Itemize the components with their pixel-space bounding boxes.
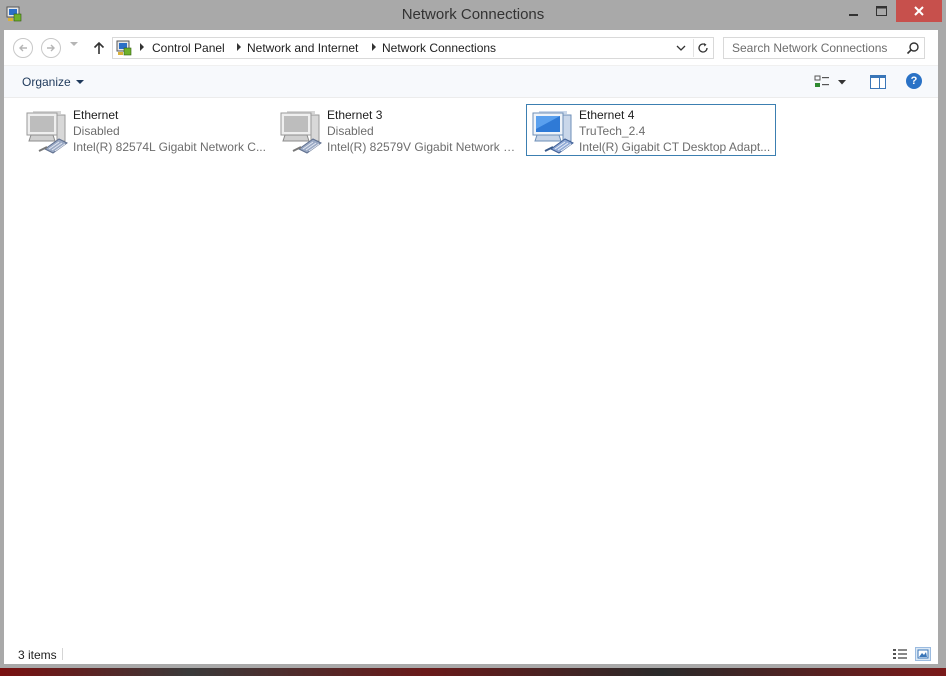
chevron-down-icon — [838, 79, 846, 84]
explorer-window: Network Connections Control Panel Networ… — [0, 0, 946, 668]
close-icon — [914, 6, 924, 16]
breadcrumb-separator-icon[interactable] — [237, 43, 241, 51]
network-adapter-disabled-icon — [25, 109, 73, 155]
minimize-button[interactable] — [840, 0, 868, 22]
view-options-icon — [814, 75, 829, 87]
breadcrumb-separator-icon[interactable] — [372, 43, 376, 51]
recent-locations-button[interactable] — [70, 40, 78, 49]
refresh-button[interactable] — [693, 39, 711, 57]
connection-item-ethernet-4[interactable]: Ethernet 4 TruTech_2.4 Intel(R) Gigabit … — [526, 104, 776, 156]
forward-arrow-icon — [47, 44, 55, 52]
network-adapter-connected-icon — [531, 109, 579, 155]
help-icon[interactable]: ? — [906, 73, 922, 89]
up-arrow-icon — [93, 41, 105, 54]
maximize-icon — [875, 6, 887, 16]
refresh-icon — [697, 43, 708, 53]
organize-menu-button[interactable]: Organize — [22, 75, 84, 89]
large-icons-view-icon — [917, 649, 929, 659]
navigation-row: Control Panel Network and Internet Netwo… — [4, 30, 938, 66]
back-button[interactable] — [13, 38, 33, 58]
network-adapter-disabled-icon — [279, 109, 327, 155]
control-panel-icon — [116, 40, 132, 56]
chevron-down-icon — [75, 80, 84, 84]
breadcrumb-control-panel[interactable]: Control Panel — [152, 41, 225, 55]
connection-name: Ethernet — [73, 108, 119, 122]
close-button[interactable] — [896, 0, 942, 22]
window-title: Network Connections — [401, 6, 545, 23]
command-bar: Organize ? — [4, 66, 938, 98]
status-divider — [62, 648, 63, 660]
maximize-button[interactable] — [868, 0, 894, 22]
desktop-background-strip — [0, 668, 946, 676]
back-arrow-icon — [19, 44, 27, 52]
connection-device: Intel(R) 82579V Gigabit Network C... — [327, 140, 521, 154]
connections-view[interactable]: Ethernet Disabled Intel(R) 82574L Gigabi… — [4, 99, 938, 644]
item-count: 3 items — [18, 648, 57, 662]
up-button[interactable] — [92, 38, 106, 58]
connection-item-ethernet-3[interactable]: Ethernet 3 Disabled Intel(R) 82579V Giga… — [274, 104, 524, 156]
connection-device: Intel(R) Gigabit CT Desktop Adapt... — [579, 140, 771, 154]
chevron-down-icon — [70, 42, 78, 46]
title-bar[interactable]: Network Connections — [0, 0, 946, 30]
connection-item-ethernet[interactable]: Ethernet Disabled Intel(R) 82574L Gigabi… — [20, 104, 270, 156]
address-bar[interactable]: Control Panel Network and Internet Netwo… — [112, 37, 714, 59]
explorer-client-area: Control Panel Network and Internet Netwo… — [4, 30, 938, 664]
connection-name: Ethernet 3 — [327, 108, 383, 122]
status-bar: 3 items — [4, 644, 938, 664]
connection-text: Ethernet 3 Disabled Intel(R) 82579V Giga… — [327, 107, 521, 155]
connection-text: Ethernet 4 TruTech_2.4 Intel(R) Gigabit … — [579, 107, 773, 155]
connection-device: Intel(R) 82574L Gigabit Network C... — [73, 140, 266, 154]
breadcrumb-network-connections[interactable]: Network Connections — [382, 41, 496, 55]
preview-pane-icon — [870, 75, 886, 89]
search-box[interactable] — [723, 37, 925, 59]
address-history-button[interactable] — [672, 39, 690, 57]
breadcrumb-separator-icon[interactable] — [140, 43, 144, 51]
search-input[interactable] — [724, 38, 902, 58]
breadcrumb-network-and-internet[interactable]: Network and Internet — [247, 41, 358, 55]
change-view-button[interactable] — [814, 74, 850, 90]
details-view-icon — [893, 649, 907, 659]
connection-status: Disabled — [327, 124, 374, 138]
details-view-button[interactable] — [892, 647, 908, 661]
large-icons-view-button[interactable] — [915, 647, 931, 661]
connection-name: Ethernet 4 — [579, 108, 635, 122]
preview-pane-button[interactable] — [870, 74, 886, 90]
minimize-icon — [849, 14, 858, 16]
organize-label: Organize — [22, 75, 71, 89]
forward-button[interactable] — [41, 38, 61, 58]
connection-status: TruTech_2.4 — [579, 124, 646, 138]
connection-status: Disabled — [73, 124, 120, 138]
chevron-down-icon — [676, 45, 686, 51]
search-icon[interactable] — [906, 41, 920, 55]
connection-text: Ethernet Disabled Intel(R) 82574L Gigabi… — [73, 107, 267, 155]
